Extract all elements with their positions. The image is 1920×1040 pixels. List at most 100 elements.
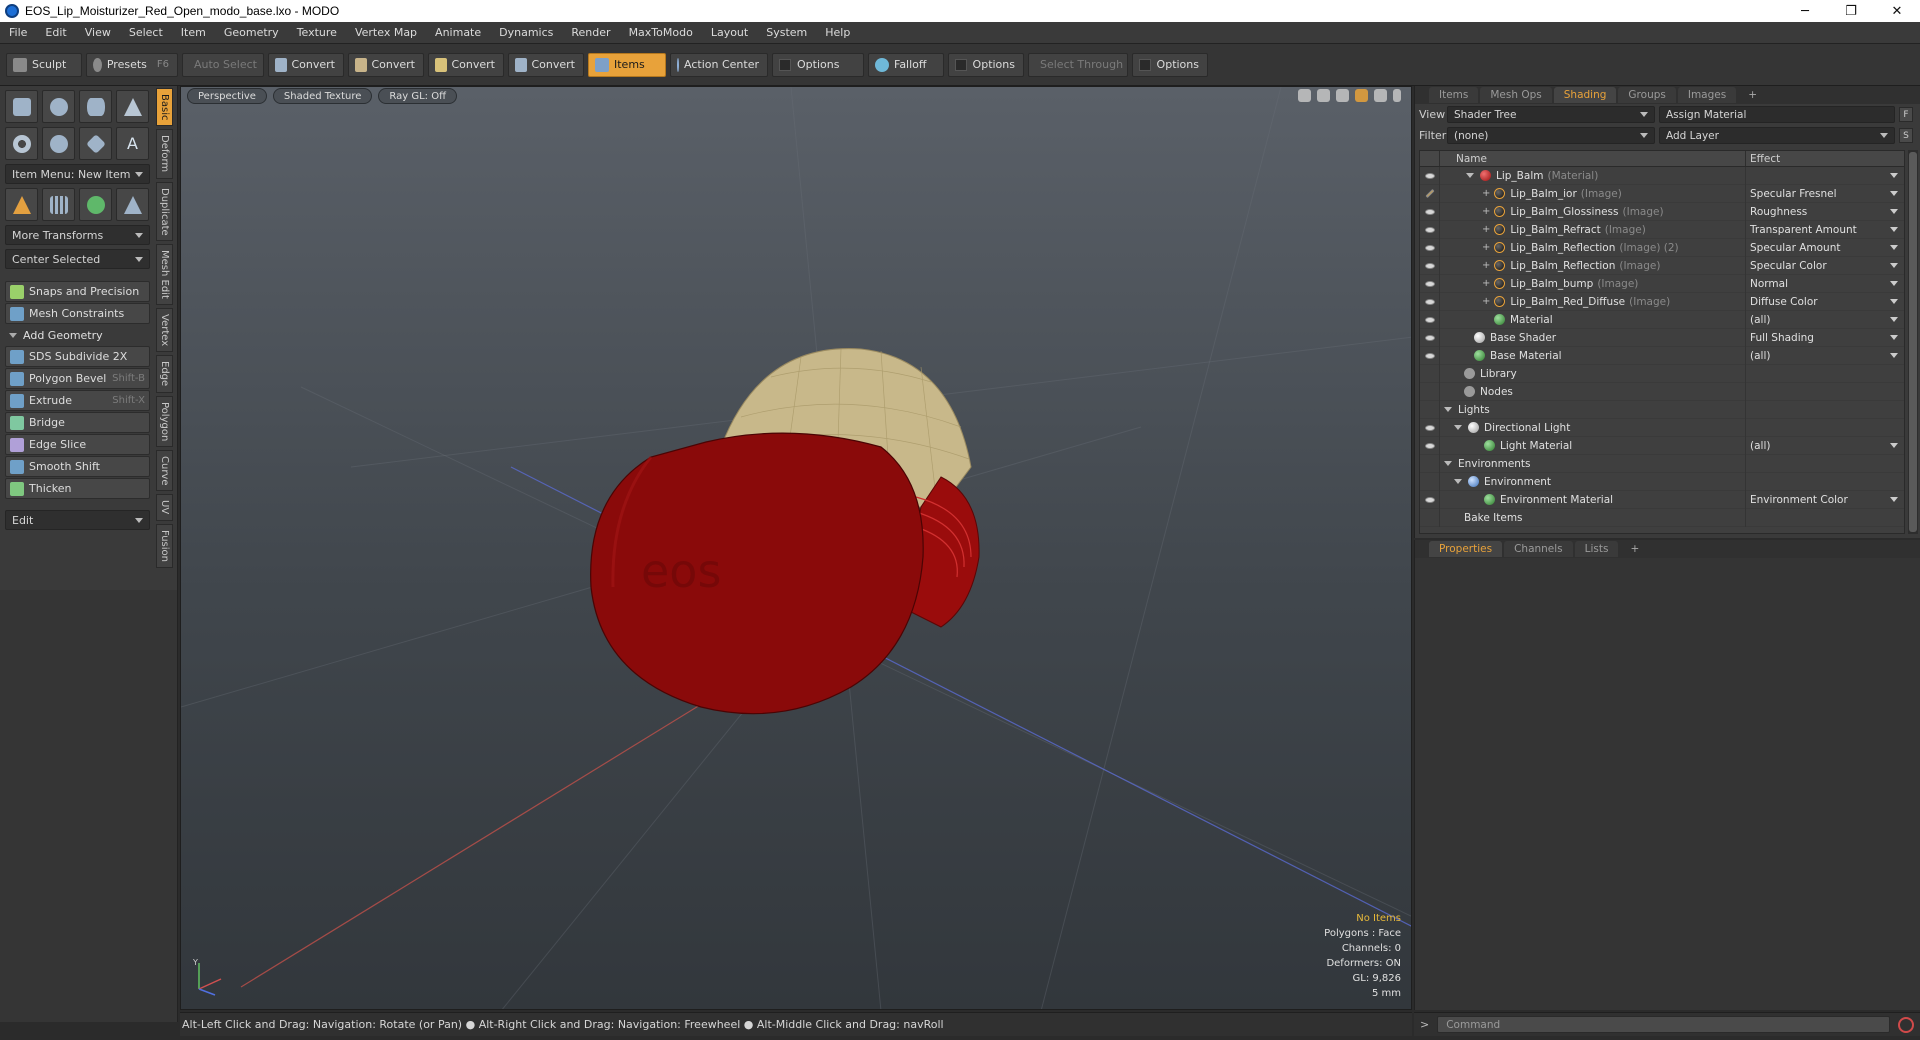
vtab-edge[interactable]: Edge [156, 355, 173, 393]
gear-icon[interactable] [1374, 89, 1387, 102]
shader-tree-row[interactable]: + Lip_Balm_ior (Image) Specular Fresnel [1420, 184, 1904, 203]
shader-tree-row[interactable]: Lights [1420, 400, 1904, 419]
expand-plus-icon[interactable]: + [1482, 278, 1490, 289]
effect-cell[interactable]: Full Shading [1746, 329, 1904, 347]
tab-items[interactable]: Items [1429, 87, 1479, 103]
visibility-toggle[interactable] [1420, 400, 1440, 419]
expand-triangle-icon[interactable] [1454, 479, 1462, 484]
vtab-uv[interactable]: UV [156, 494, 173, 521]
menu-view[interactable]: View [76, 22, 120, 44]
edit-dropdown[interactable]: Edit [5, 510, 150, 530]
mesh-constraints-button[interactable]: Mesh Constraints [5, 303, 150, 324]
convert-button-4[interactable]: Convert [508, 52, 584, 77]
shader-tree-row[interactable]: Light Material (all) [1420, 436, 1904, 455]
expand-triangle-icon[interactable] [1444, 461, 1452, 466]
expand-triangle-icon[interactable] [1454, 425, 1462, 430]
layer-name-cell[interactable]: + Lip_Balm_Glossiness (Image) [1440, 202, 1746, 221]
shader-tree-row[interactable]: Base Material (all) [1420, 346, 1904, 365]
vtab-polygon[interactable]: Polygon [156, 395, 173, 447]
pan-icon[interactable] [1298, 89, 1311, 102]
tab-images[interactable]: Images [1677, 87, 1737, 103]
viewport-canvas[interactable]: eos [181, 87, 1412, 1010]
item-menu-dropdown[interactable]: Item Menu: New Item [5, 164, 150, 184]
visibility-toggle[interactable] [1420, 454, 1440, 473]
effect-cell[interactable]: Specular Color [1746, 257, 1904, 275]
layer-name-cell[interactable]: Base Shader [1440, 328, 1746, 347]
effect-column-header[interactable]: Effect [1746, 151, 1904, 166]
shader-tree-row[interactable]: + Lip_Balm_Glossiness (Image) Roughness [1420, 202, 1904, 221]
effect-cell[interactable]: Specular Fresnel [1746, 185, 1904, 203]
convert-button-1[interactable]: Convert [268, 52, 344, 77]
items-button[interactable]: Items [588, 52, 666, 77]
snaps-precision-button[interactable]: Snaps and Precision [5, 281, 150, 302]
layer-name-cell[interactable]: Base Material [1440, 346, 1746, 365]
presets-button[interactable]: Presets F6 [86, 52, 178, 77]
rotate-icon[interactable] [1317, 89, 1330, 102]
torus-button[interactable] [5, 127, 38, 160]
layer-name-cell[interactable]: + Lip_Balm_Refract (Image) [1440, 220, 1746, 239]
convert-button-2[interactable]: Convert [348, 52, 424, 77]
add-tab-button[interactable]: + [1620, 541, 1649, 557]
menu-file[interactable]: File [0, 22, 36, 44]
visibility-toggle[interactable] [1420, 490, 1440, 509]
pen-button[interactable] [79, 127, 112, 160]
effect-cell[interactable]: (all) [1746, 437, 1904, 455]
chevron-right-icon[interactable] [1393, 89, 1401, 102]
menu-layout[interactable]: Layout [702, 22, 757, 44]
visibility-toggle[interactable] [1420, 328, 1440, 347]
effect-cell[interactable]: Diffuse Color [1746, 293, 1904, 311]
shading-mode-button[interactable]: Shaded Texture [272, 88, 373, 104]
shader-tree-row[interactable]: Lip_Balm (Material) [1420, 166, 1904, 185]
visibility-toggle[interactable] [1420, 166, 1440, 185]
layer-name-cell[interactable]: Directional Light [1440, 418, 1746, 437]
visibility-toggle[interactable] [1420, 382, 1440, 401]
menu-help[interactable]: Help [816, 22, 859, 44]
shader-tree-row[interactable]: + Lip_Balm_Reflection (Image) Specular Colo… [1420, 256, 1904, 275]
layer-name-cell[interactable]: + Lip_Balm_Reflection (Image) [1440, 256, 1746, 275]
visibility-toggle[interactable] [1420, 256, 1440, 275]
thicken-button[interactable]: Thicken [5, 478, 150, 499]
menu-geometry[interactable]: Geometry [215, 22, 288, 44]
shader-tree-row[interactable]: Environments [1420, 454, 1904, 473]
shader-tree-row[interactable]: + Lip_Balm_Refract (Image) Transparent Amou… [1420, 220, 1904, 239]
tab-channels[interactable]: Channels [1504, 541, 1573, 557]
menu-animate[interactable]: Animate [426, 22, 490, 44]
shader-tree-row[interactable]: Environment Material Environment Color [1420, 490, 1904, 509]
effect-cell[interactable]: Specular Amount [1746, 239, 1904, 257]
tab-groups[interactable]: Groups [1618, 87, 1676, 103]
add-geometry-section[interactable]: Add Geometry [5, 326, 150, 344]
more-transforms-dropdown[interactable]: More Transforms [5, 225, 150, 245]
maximize-button[interactable]: ❐ [1828, 0, 1874, 22]
layer-name-cell[interactable]: + Lip_Balm_Reflection (Image) (2) [1440, 238, 1746, 257]
assign-material-button[interactable]: Assign Material [1659, 106, 1895, 123]
menu-select[interactable]: Select [120, 22, 172, 44]
layer-name-cell[interactable]: Environments [1440, 454, 1746, 473]
tab-lists[interactable]: Lists [1574, 541, 1619, 557]
effect-cell[interactable]: Normal [1746, 275, 1904, 293]
extrude-button[interactable]: Extrude Shift-X [5, 390, 150, 411]
vtab-vertex[interactable]: Vertex [156, 308, 173, 353]
convert-button-3[interactable]: Convert [428, 52, 504, 77]
falloff-button[interactable]: Falloff [868, 52, 944, 77]
tab-mesh-ops[interactable]: Mesh Ops [1480, 87, 1552, 103]
text-button[interactable]: A [116, 127, 149, 160]
expand-plus-icon[interactable]: + [1482, 260, 1490, 271]
visibility-toggle[interactable] [1420, 202, 1440, 221]
polygon-bevel-button[interactable]: Polygon Bevel Shift-B [5, 368, 150, 389]
select-through-options-button[interactable]: Options [1132, 52, 1208, 77]
menu-vertex-map[interactable]: Vertex Map [346, 22, 426, 44]
smooth-shift-button[interactable]: Smooth Shift [5, 456, 150, 477]
expand-plus-icon[interactable]: + [1482, 188, 1490, 199]
menu-texture[interactable]: Texture [288, 22, 346, 44]
vtab-mesh-edit[interactable]: Mesh Edit [156, 244, 173, 306]
action-center-button[interactable]: Action Center [670, 52, 768, 77]
command-input[interactable]: Command [1437, 1016, 1890, 1033]
close-button[interactable]: ✕ [1874, 0, 1920, 22]
transform-button[interactable] [5, 188, 38, 221]
layer-name-cell[interactable]: + Lip_Balm_Red_Diffuse (Image) [1440, 292, 1746, 311]
expand-plus-icon[interactable]: + [1482, 224, 1490, 235]
grid-button[interactable] [42, 188, 75, 221]
layer-name-cell[interactable]: Lights [1440, 400, 1746, 419]
sculpt-button[interactable]: Sculpt [6, 52, 82, 77]
sphere-button[interactable] [42, 90, 75, 123]
